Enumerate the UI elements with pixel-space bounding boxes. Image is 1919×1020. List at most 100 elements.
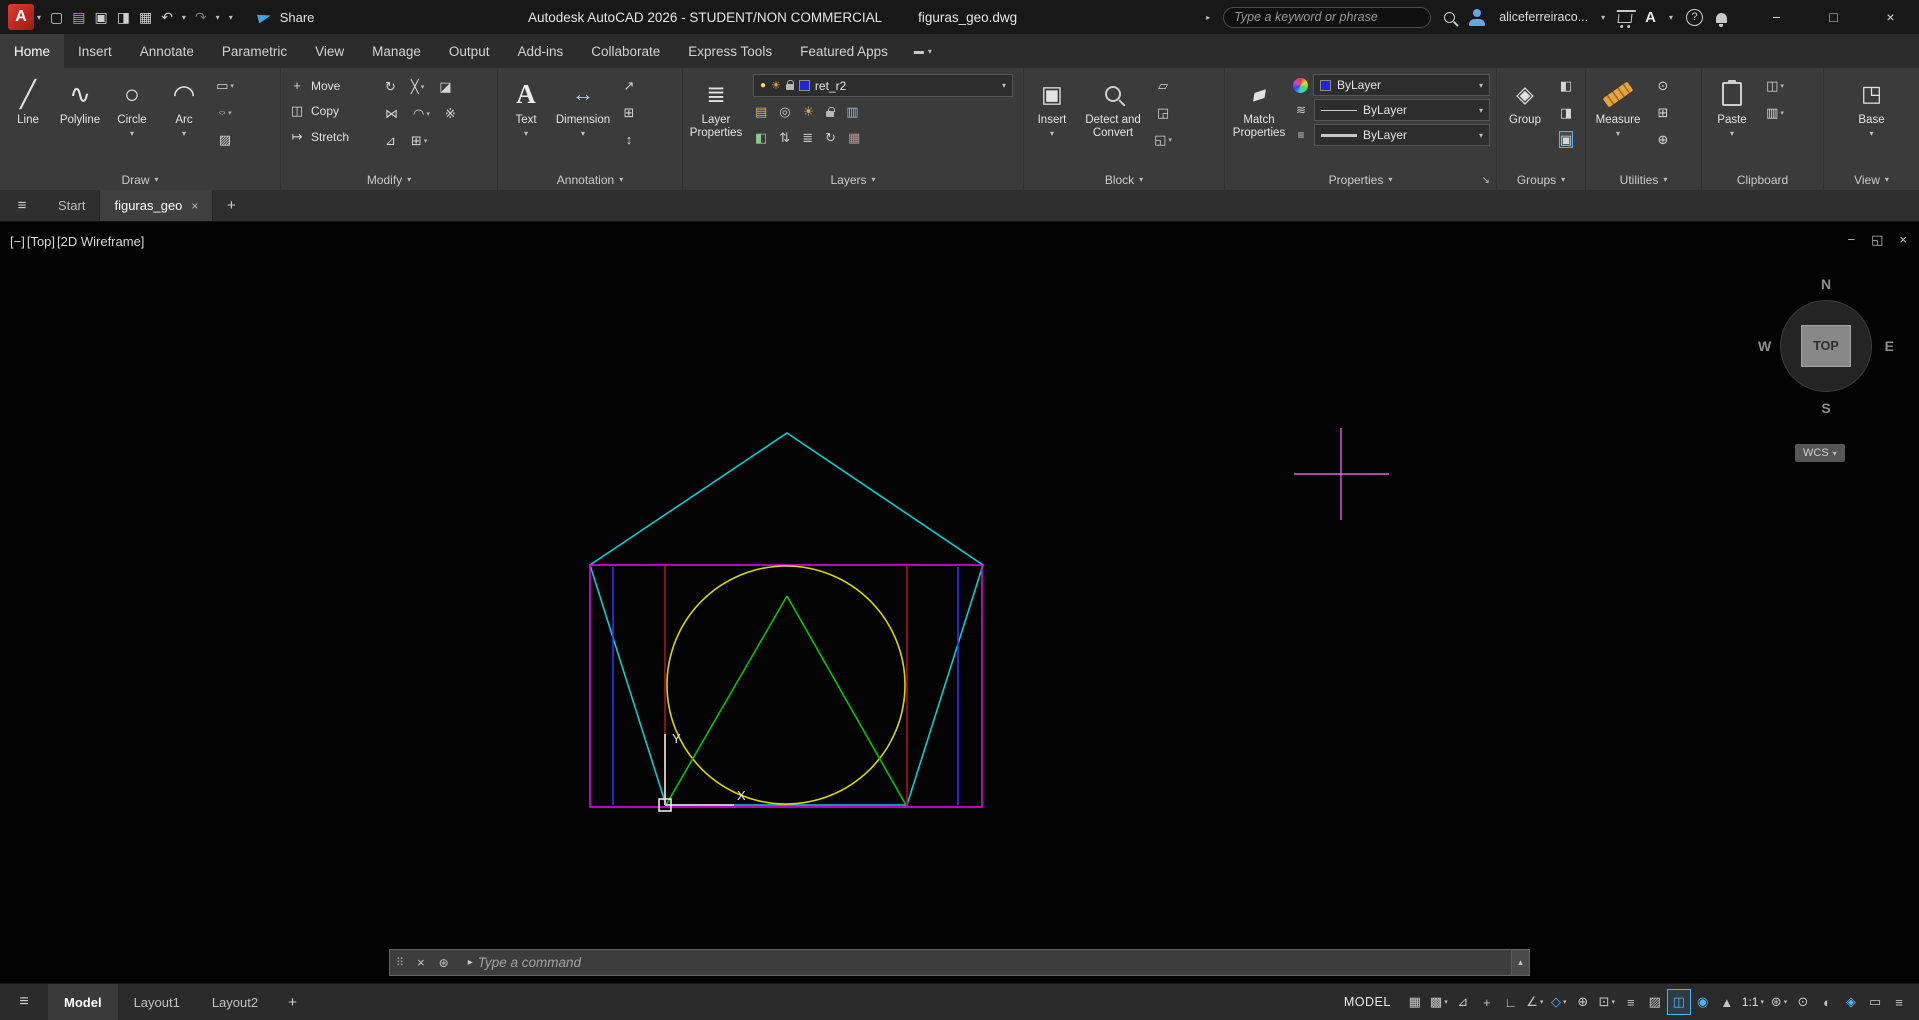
grid-display-toggle[interactable]: ▦ xyxy=(1403,989,1427,1015)
save-as-button[interactable]: ◨ xyxy=(117,9,130,26)
minimize-button[interactable]: − xyxy=(1748,0,1805,34)
ribbon-display-toggle[interactable]: ▬ ▾ xyxy=(902,34,944,68)
panel-clipboard-footer[interactable]: Clipboard xyxy=(1702,169,1823,190)
command-history-icon[interactable]: ▴ xyxy=(1511,950,1529,975)
layer-match-icon[interactable]: ≣ xyxy=(802,130,813,146)
table-button[interactable]: ⊞ xyxy=(624,104,635,121)
tab-output[interactable]: Output xyxy=(435,34,504,68)
copy-button[interactable]: ◫ Copy xyxy=(289,103,375,119)
rectangle-dropdown-icon[interactable]: ▾ xyxy=(230,82,234,90)
panel-properties-footer[interactable]: Properties ▾ ↘ xyxy=(1225,169,1496,190)
id-point-button[interactable]: ⊕ xyxy=(1658,131,1669,148)
layout-menu-icon[interactable]: ≡ xyxy=(0,993,48,1011)
infer-constraints-toggle[interactable]: ⊿ xyxy=(1451,989,1475,1015)
transparency-toggle[interactable]: ▨ xyxy=(1643,989,1667,1015)
cut-dropdown-icon[interactable]: ▾ xyxy=(1780,82,1784,90)
tab-home[interactable]: Home xyxy=(0,34,65,68)
layer-merge-icon[interactable]: ▦ xyxy=(848,130,860,146)
isolate-objects-toggle[interactable]: ◐ xyxy=(1815,989,1839,1015)
command-line-close-icon[interactable]: × xyxy=(410,955,432,970)
panel-draw-footer[interactable]: Draw ▾ xyxy=(0,169,280,190)
panel-view-footer[interactable]: View ▾ xyxy=(1824,169,1919,190)
undo-dropdown-icon[interactable]: ▾ xyxy=(182,13,186,22)
insert-dropdown-icon[interactable]: ▾ xyxy=(1050,129,1054,138)
mirror-button[interactable]: ⋈ xyxy=(385,105,398,122)
measure-button[interactable]: Measure ▾ xyxy=(1588,71,1648,169)
tab-view[interactable]: View xyxy=(301,34,358,68)
linetype-icon[interactable]: ≋ xyxy=(1293,103,1309,117)
triangle-left-edge[interactable] xyxy=(665,595,788,806)
group-edit-button[interactable]: ◧ xyxy=(1560,77,1572,94)
make-current-icon[interactable]: ◧ xyxy=(755,130,767,146)
open-file-button[interactable]: ▤ xyxy=(72,9,85,26)
tab-add-ins[interactable]: Add-ins xyxy=(503,34,577,68)
base-button[interactable]: ◳ Base ▾ xyxy=(1846,71,1898,169)
fillet-dropdown-icon[interactable]: ▾ xyxy=(426,110,430,118)
layer-previous-icon[interactable]: ⇅ xyxy=(779,130,790,146)
isometric-drafting-toggle[interactable]: ◇ ▾ xyxy=(1547,989,1571,1015)
annotation-visibility-toggle[interactable]: ◉ xyxy=(1691,989,1715,1015)
clean-screen-toggle[interactable]: ▭ xyxy=(1863,989,1887,1015)
viewcube-west[interactable]: W xyxy=(1758,338,1771,354)
lineweight-dropdown[interactable]: ByLayer ▾ xyxy=(1314,124,1490,146)
tab-model[interactable]: Model xyxy=(48,984,118,1020)
workspace-switching-toggle[interactable]: ⊛ ▾ xyxy=(1767,989,1791,1015)
object-color-arrow-icon[interactable]: ▾ xyxy=(1479,81,1483,90)
text-button[interactable]: A Text ▾ xyxy=(500,71,552,169)
move-button[interactable]: + Move xyxy=(289,78,375,93)
dynamic-input-toggle[interactable]: + xyxy=(1475,989,1499,1015)
cut-button[interactable]: ◫ ▾ xyxy=(1766,77,1784,94)
copy-clip-dropdown-icon[interactable]: ▾ xyxy=(1780,109,1784,117)
group-button[interactable]: ◈ Group xyxy=(1499,71,1551,169)
polyline-button[interactable]: ∿ Polyline xyxy=(54,71,106,169)
annotation-monitor-toggle[interactable]: ⊙ xyxy=(1791,989,1815,1015)
text-dropdown-icon[interactable]: ▾ xyxy=(524,129,528,138)
layer-dropdown[interactable]: ● ☀ ret_r2 ▾ xyxy=(753,74,1013,97)
quick-calculator-button[interactable]: ⊞ xyxy=(1658,104,1669,121)
measure-dropdown-icon[interactable]: ▾ xyxy=(1616,129,1620,138)
command-line-customize-icon[interactable]: ⊛ xyxy=(432,956,456,970)
tab-manage[interactable]: Manage xyxy=(358,34,435,68)
signed-in-user[interactable]: aliceferreiraco... xyxy=(1499,10,1588,24)
viewcube-north[interactable]: N xyxy=(1821,276,1831,292)
arc-dropdown-icon[interactable]: ▾ xyxy=(182,129,186,138)
isometric-drafting-dropdown-icon[interactable]: ▾ xyxy=(1563,998,1567,1006)
plot-button[interactable]: ▦ xyxy=(139,9,152,26)
panel-utilities-footer[interactable]: Utilities ▾ xyxy=(1586,169,1701,190)
dimension-dropdown-icon[interactable]: ▾ xyxy=(581,129,585,138)
search-expander-icon[interactable]: ▸ xyxy=(1206,13,1210,22)
viewcube[interactable]: N S W E TOP xyxy=(1756,276,1896,416)
viewport-close-icon[interactable]: × xyxy=(1899,232,1907,248)
application-menu-button[interactable]: A ▾ xyxy=(8,4,41,30)
user-avatar[interactable] xyxy=(1468,8,1486,26)
quick-select-button[interactable]: ⊙ xyxy=(1658,77,1669,94)
snap-mode-dropdown-icon[interactable]: ▾ xyxy=(1444,998,1448,1006)
workspace-switching-dropdown-icon[interactable]: ▾ xyxy=(1784,998,1788,1006)
tab-annotate[interactable]: Annotate xyxy=(126,34,208,68)
inscribed-circle[interactable] xyxy=(666,565,906,805)
tab-figuras-geo[interactable]: figuras_geo × xyxy=(100,190,214,221)
write-block-button[interactable]: ◲ xyxy=(1157,104,1169,121)
array-dropdown-icon[interactable]: ▾ xyxy=(424,137,428,145)
dimension-button[interactable]: ↔ Dimension ▾ xyxy=(552,71,614,169)
arc-button[interactable]: ◠ Arc ▾ xyxy=(158,71,210,169)
close-button[interactable]: × xyxy=(1862,0,1919,34)
ungroup-button[interactable]: ◨ xyxy=(1560,104,1572,121)
maximize-button[interactable]: □ xyxy=(1805,0,1862,34)
file-tabs-menu-icon[interactable]: ≡ xyxy=(0,190,44,221)
erase-button[interactable]: ◪ xyxy=(439,78,451,95)
ellipse-button[interactable]: ○ ▾ xyxy=(218,104,231,121)
tab-layout2[interactable]: Layout2 xyxy=(196,984,274,1020)
rectangle-button[interactable]: ▭ ▾ xyxy=(216,77,234,94)
circle-dropdown-icon[interactable]: ▾ xyxy=(130,129,134,138)
customization-toggle[interactable]: ≡ xyxy=(1887,989,1911,1015)
polar-tracking-toggle[interactable]: ∠ ▾ xyxy=(1523,989,1547,1015)
notifications-icon[interactable] xyxy=(1716,12,1727,27)
recent-commands-icon[interactable]: ▸ xyxy=(456,957,478,968)
viewport-minimize-icon[interactable]: − xyxy=(1848,232,1856,248)
leader-button[interactable]: ↗ xyxy=(624,77,635,94)
lineweight-icon[interactable]: ≡ xyxy=(1293,128,1309,142)
scale-button[interactable]: ⊿ xyxy=(385,132,396,149)
create-block-button[interactable]: ▱ xyxy=(1158,77,1168,94)
annotation-scale-dropdown-icon[interactable]: ▾ xyxy=(1760,998,1764,1006)
